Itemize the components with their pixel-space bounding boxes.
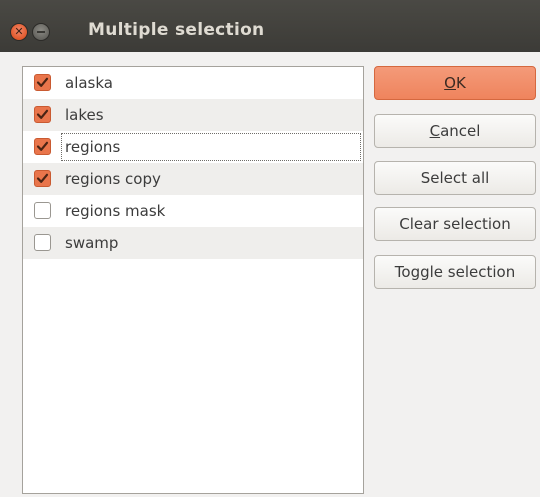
minimize-button[interactable] <box>32 23 50 41</box>
checkbox-unchecked[interactable] <box>34 234 51 251</box>
list-item-label-box: regions mask <box>61 197 361 225</box>
cancel-mnemonic: C <box>429 122 441 140</box>
layer-list[interactable]: alaska lakes regions regions copy region… <box>22 66 364 494</box>
select-all-button[interactable]: Select all <box>374 161 536 195</box>
ok-mnemonic: O <box>444 74 456 92</box>
list-item-label-box: swamp <box>61 229 361 257</box>
list-item-label: lakes <box>65 106 104 124</box>
cancel-button[interactable]: Cancel <box>374 114 536 148</box>
title-bar[interactable]: ✕ Multiple selection <box>0 0 540 52</box>
checkbox-unchecked[interactable] <box>34 202 51 219</box>
checkmark-icon <box>36 109 49 119</box>
list-item[interactable]: regions mask <box>23 195 363 227</box>
list-item[interactable]: alaska <box>23 67 363 99</box>
list-item-label-box: alaska <box>61 69 361 97</box>
clear-selection-button[interactable]: Clear selection <box>374 207 536 241</box>
checkbox-checked[interactable] <box>34 170 51 187</box>
list-item[interactable]: regions copy <box>23 163 363 195</box>
list-item-label-box: lakes <box>61 101 361 129</box>
list-item-label: swamp <box>65 234 119 252</box>
minimize-icon <box>37 31 45 33</box>
list-item-label: regions mask <box>65 202 166 220</box>
checkmark-icon <box>36 77 49 87</box>
list-item-label: alaska <box>65 74 113 92</box>
checkmark-icon <box>36 141 49 151</box>
close-icon: ✕ <box>14 25 24 38</box>
checkbox-checked[interactable] <box>34 74 51 91</box>
checkmark-icon <box>36 173 49 183</box>
list-item[interactable]: lakes <box>23 99 363 131</box>
list-item[interactable]: regions <box>23 131 363 163</box>
list-item-label: regions copy <box>65 170 161 188</box>
close-button[interactable]: ✕ <box>10 23 28 41</box>
ok-button[interactable]: OK <box>374 66 536 100</box>
focus-rectangle: regions <box>61 133 361 161</box>
ok-label-rest: K <box>455 74 466 92</box>
list-item-label-box: regions copy <box>61 165 361 193</box>
multiple-selection-dialog: ✕ Multiple selection alaska lakes region… <box>0 0 540 497</box>
cancel-label-rest: ancel <box>440 122 481 140</box>
checkbox-checked[interactable] <box>34 138 51 155</box>
list-item[interactable]: swamp <box>23 227 363 259</box>
list-item-label: regions <box>65 138 121 156</box>
toggle-selection-button[interactable]: Toggle selection <box>374 255 536 289</box>
window-title: Multiple selection <box>88 20 265 40</box>
checkbox-checked[interactable] <box>34 106 51 123</box>
